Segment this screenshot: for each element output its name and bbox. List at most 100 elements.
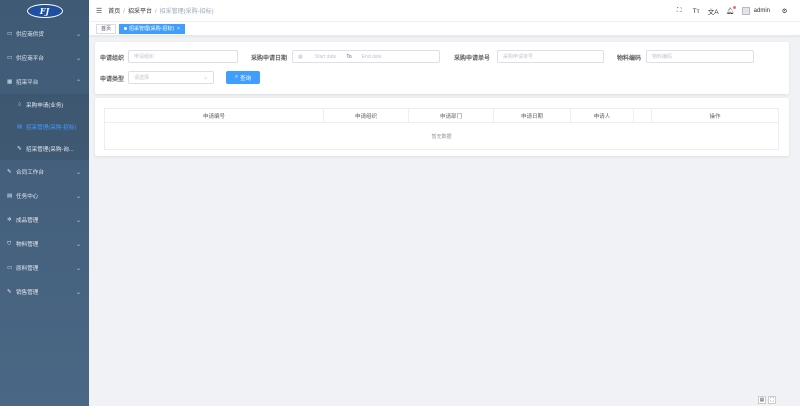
date-range-separator: To: [346, 53, 352, 60]
contract-icon: ✎: [7, 169, 12, 175]
sidebar-item-label: 任务中心: [16, 194, 39, 200]
search-icon: ⌕: [234, 74, 239, 80]
empty-state: 暂无数据: [431, 133, 452, 140]
type-placeholder: 请选择: [134, 75, 150, 81]
chevron-down-icon: ⌄: [75, 55, 81, 62]
logo-mark: FJ: [26, 4, 63, 18]
username[interactable]: admin: [754, 8, 770, 14]
navbar-actions: ⛶ Tт 文A 🔔︎ admin ⚙: [671, 0, 793, 22]
breadcrumb-procurement[interactable]: 招采平台: [128, 9, 152, 15]
sidebar-item-sales[interactable]: ✎ 销售管理 ⌄: [0, 280, 89, 304]
tree-icon: ♤: [17, 102, 23, 108]
chevron-down-icon: ⌄: [75, 217, 81, 224]
task-icon: ▤: [7, 193, 13, 199]
tag-home[interactable]: 首页: [96, 23, 117, 34]
column-blank: [634, 109, 652, 122]
type-select[interactable]: 请选择 ⌄: [128, 71, 214, 84]
tag-label: 首页: [101, 26, 112, 32]
sidebar-item-label: 合同工作台: [16, 170, 44, 176]
sidebar-item-label: 供应商平台: [16, 56, 44, 62]
expand-icon[interactable]: ⛶: [768, 396, 776, 404]
org-input[interactable]: 申请组织: [128, 50, 238, 63]
avatar[interactable]: [741, 7, 750, 15]
hamburger-icon[interactable]: ☰: [96, 7, 102, 15]
results-table-card: 申请编号 申请组织 申请部门 申请日期 申请人 操作 暂无数据: [95, 98, 789, 156]
chevron-down-icon: ⌄: [75, 241, 81, 248]
tag-tender-management[interactable]: 招采管理(采购-招标) ×: [119, 23, 185, 34]
translate-icon[interactable]: 文A: [705, 6, 722, 16]
breadcrumb: 首页 / 招采平台 / 招采管理(采购-招标): [108, 9, 214, 15]
chevron-down-icon: ⌄: [75, 289, 81, 296]
chevron-down-icon: ⌄: [75, 265, 81, 272]
sidebar-item-product[interactable]: ✲ 成品管理 ⌄: [0, 208, 89, 232]
sidebar-item-label: 供应商供货: [16, 32, 44, 38]
edit-icon: ✎: [17, 146, 22, 152]
sidebar-item-contract[interactable]: ✎ 合同工作台 ⌄: [0, 160, 89, 184]
material-placeholder: 物料编码: [652, 54, 673, 60]
sidebar-item-label: 销售管理: [16, 290, 39, 296]
table-header: 申请编号 申请组织 申请部门 申请日期 申请人 操作: [105, 109, 778, 123]
sidebar-subitem-label: 招采管理(采购-招标): [26, 125, 77, 131]
request-no-label: 采购申请单号: [454, 56, 491, 62]
start-date-input[interactable]: Start date: [315, 54, 337, 60]
org-placeholder: 申请组织: [134, 54, 155, 60]
sidebar-item-task-center[interactable]: ▤ 任务中心 ⌄: [0, 184, 89, 208]
sidebar: FJ ▭ 供应商供货 ⌄ ▭ 供应商平台 ⌄ ▦ 招采平台 ⌃ ♤ 采购申请(业…: [0, 0, 89, 406]
sidebar-item-supplier-platform[interactable]: ▭ 供应商平台 ⌄: [0, 46, 89, 70]
sidebar-item-label: 物料管理: [16, 242, 39, 248]
date-label: 采购申请日期: [251, 56, 288, 62]
grid-icon: ▦: [7, 79, 13, 85]
sidebar-subitem-purchase-request[interactable]: ♤ 采购申请(业务): [0, 94, 89, 116]
chevron-down-icon: ⌄: [75, 169, 81, 176]
column-applicant: 申请人: [571, 109, 634, 122]
chevron-down-icon: ⌄: [75, 31, 81, 38]
list-icon: ▤: [17, 124, 23, 130]
column-request-no: 申请编号: [105, 109, 324, 122]
column-date: 申请日期: [494, 109, 571, 122]
active-dot-icon: [124, 27, 128, 30]
sidebar-item-raw-material[interactable]: ▭ 原料管理 ⌄: [0, 256, 89, 280]
search-form: 申请组织 申请组织 采购申请日期 ▦ Start date To End dat…: [95, 42, 789, 94]
shield-icon: ⛉: [7, 240, 12, 247]
fullscreen-icon[interactable]: ⛶: [671, 7, 688, 15]
material-label: 物料编码: [617, 56, 642, 62]
sidebar-subitem-label: 采购申请(业务): [26, 103, 64, 109]
close-icon[interactable]: ×: [177, 26, 180, 32]
bell-glyph: 🔔︎: [726, 8, 735, 15]
query-button-label: 查询: [240, 75, 252, 82]
settings-icon[interactable]: ⚙: [776, 7, 793, 15]
chevron-up-icon: ⌃: [75, 79, 81, 86]
sidebar-item-label: 招采平台: [16, 80, 39, 86]
qr-icon[interactable]: ▦: [758, 396, 766, 404]
sidebar-item-label: 成品管理: [16, 218, 39, 224]
sales-icon: ✎: [7, 289, 12, 295]
type-label: 申请类型: [100, 77, 125, 83]
sidebar-subitem-tender-management[interactable]: ▤ 招采管理(采购-招标): [0, 116, 89, 138]
column-org: 申请组织: [324, 109, 409, 122]
raw-material-icon: ▭: [7, 265, 13, 271]
material-input[interactable]: 物料编码: [646, 50, 754, 63]
column-actions: 操作: [709, 113, 721, 120]
results-table: 申请编号 申请组织 申请部门 申请日期 申请人 操作 暂无数据: [104, 108, 779, 150]
sidebar-subitem-label: 招采管理(采购-询...: [26, 147, 74, 153]
sidebar-item-procurement-platform[interactable]: ▦ 招采平台 ⌃: [0, 70, 89, 94]
chevron-down-icon: ⌄: [75, 193, 81, 200]
column-dept: 申请部门: [409, 109, 494, 122]
bell-icon[interactable]: 🔔︎: [722, 6, 739, 15]
tags-view: 首页 招采管理(采购-招标) ×: [89, 22, 800, 36]
end-date-input[interactable]: End date: [362, 54, 382, 60]
sidebar-item-material[interactable]: ⛉ 物料管理 ⌄: [0, 232, 89, 256]
date-range-picker[interactable]: ▦ Start date To End date: [292, 50, 440, 63]
sidebar-subitem-inquiry-management[interactable]: ✎ 招采管理(采购-询...: [0, 138, 89, 160]
org-label: 申请组织: [100, 56, 125, 62]
request-no-input[interactable]: 采购申请单号: [497, 50, 604, 63]
calendar-icon: ▦: [298, 53, 303, 60]
breadcrumb-home[interactable]: 首页: [108, 9, 120, 15]
breadcrumb-current: 招采管理(采购-招标): [159, 9, 214, 15]
notification-dot: [732, 6, 736, 9]
sidebar-item-supplier-supply[interactable]: ▭ 供应商供货 ⌄: [0, 22, 89, 46]
box-icon: ▭: [7, 55, 13, 61]
logo[interactable]: FJ: [0, 0, 89, 22]
query-button[interactable]: ⌕ 查询: [226, 71, 260, 84]
font-size-icon[interactable]: Tт: [688, 8, 705, 15]
